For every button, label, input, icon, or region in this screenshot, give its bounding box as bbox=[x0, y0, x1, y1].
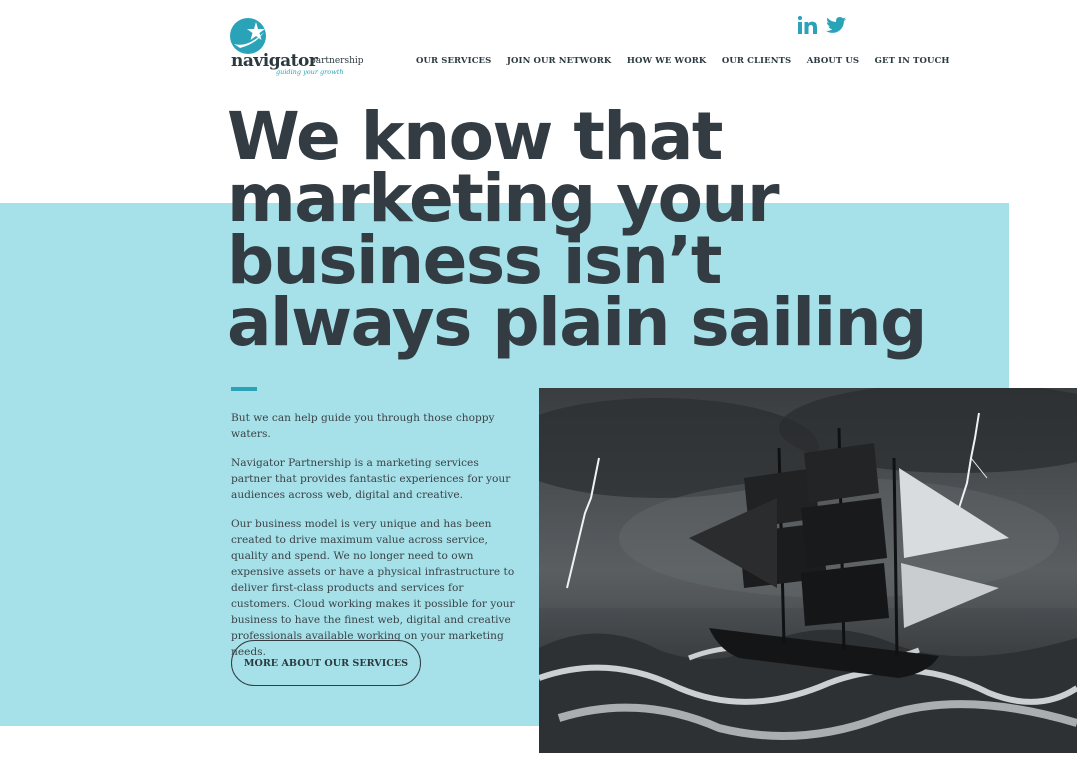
hero-paragraph: But we can help guide you through those … bbox=[231, 412, 495, 440]
logo-suffix: partnership bbox=[310, 56, 364, 66]
more-about-services-button[interactable]: MORE ABOUT OUR SERVICES bbox=[231, 640, 421, 686]
hero-paragraph: Navigator Partnership is a marketing ser… bbox=[231, 457, 511, 501]
linkedin-icon[interactable] bbox=[797, 14, 818, 36]
twitter-icon[interactable] bbox=[826, 14, 846, 36]
ship-storm-image bbox=[539, 388, 1077, 753]
nav-join-our-network[interactable]: JOIN OUR NETWORK bbox=[507, 56, 612, 66]
hero-paragraph: Our business model is very unique and ha… bbox=[231, 518, 515, 658]
nav-our-clients[interactable]: OUR CLIENTS bbox=[722, 56, 791, 66]
hero-heading-line: We know that bbox=[227, 98, 723, 175]
nav-our-services[interactable]: OUR SERVICES bbox=[416, 56, 491, 66]
logo-tagline: guiding your growth bbox=[276, 68, 344, 76]
nav-about-us[interactable]: ABOUT US bbox=[807, 56, 859, 66]
hero-heading-line: always plain sailing bbox=[227, 284, 927, 361]
hero-heading-line: marketing your bbox=[227, 160, 780, 237]
hero-heading: We know that marketing your business isn… bbox=[227, 98, 927, 361]
hero-body: But we can help guide you through those … bbox=[231, 410, 516, 673]
main-nav: OUR SERVICES JOIN OUR NETWORK HOW WE WOR… bbox=[416, 56, 950, 66]
logo[interactable]: navigator partnership guiding your growt… bbox=[230, 18, 364, 78]
accent-divider bbox=[231, 387, 257, 391]
logo-emblem bbox=[230, 18, 266, 54]
hero-heading-line: business isn’t bbox=[227, 222, 722, 299]
nav-get-in-touch[interactable]: GET IN TOUCH bbox=[875, 56, 950, 66]
nav-how-we-work[interactable]: HOW WE WORK bbox=[627, 56, 706, 66]
